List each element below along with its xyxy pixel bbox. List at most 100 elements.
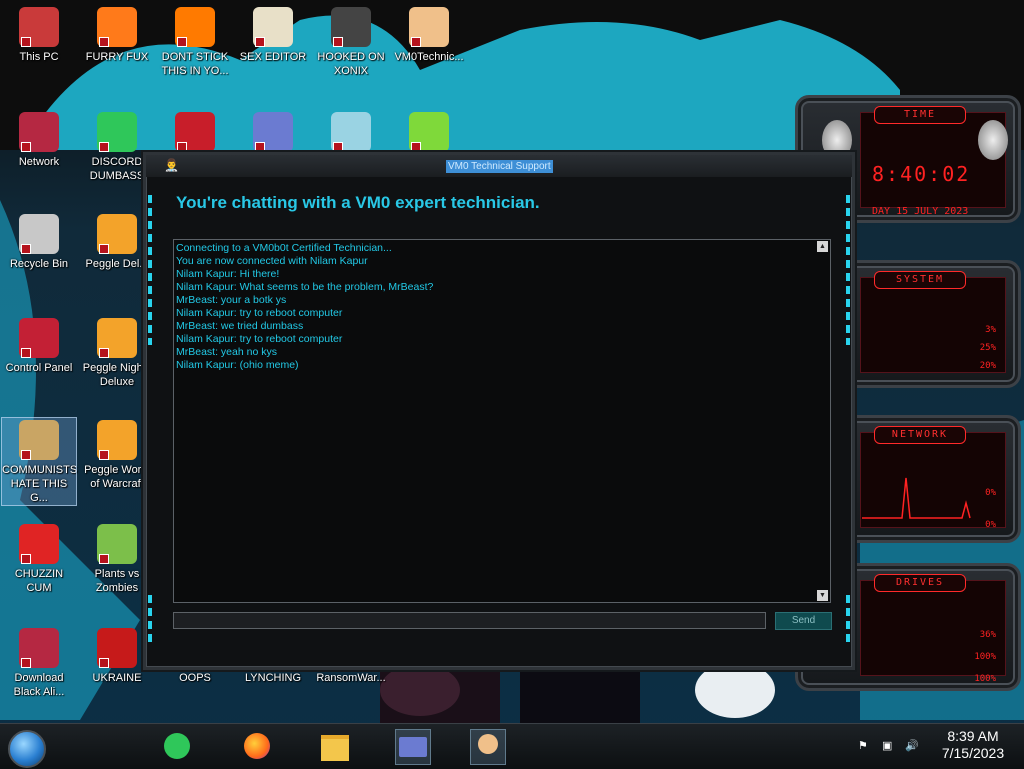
cyan-strip-right [846, 195, 850, 345]
firefox-icon[interactable] [240, 729, 274, 763]
technician-icon: 👨‍⚕️ [164, 158, 179, 172]
desktop-icon[interactable]: Recycle Bin [2, 212, 76, 271]
shortcut-arrow-icon [333, 142, 343, 152]
shortcut-arrow-icon [99, 37, 109, 47]
technician-icon[interactable] [470, 729, 506, 765]
peggle-icon [97, 420, 137, 460]
taskbar: ⚑ ▣ 🔊 8:39 AM 7/15/2023 [0, 723, 1024, 769]
clock-date: 7/15/2023 [941, 745, 1005, 761]
start-button[interactable] [8, 730, 46, 768]
desktop-icon[interactable]: Download Black Ali... [2, 626, 76, 699]
firefox-icon [97, 7, 137, 47]
shortcut-arrow-icon [99, 244, 109, 254]
system-value-1: 3% [985, 325, 996, 335]
shortcut-arrow-icon [99, 554, 109, 564]
desktop-icon[interactable]: DONT STICK THIS IN YO... [158, 5, 232, 78]
desktop-icon-label: COMMUNISTS HATE THIS G... [2, 464, 78, 504]
desktop-icon-label: DONT STICK THIS IN YO... [161, 51, 229, 77]
shortcut-arrow-icon [255, 37, 265, 47]
chat-message: Nilam Kapur: try to reboot computer [176, 307, 343, 319]
taskbar-clock[interactable]: 8:39 AM 7/15/2023 [930, 728, 1016, 762]
flower-icon [97, 524, 137, 564]
file-explorer-icon[interactable] [318, 729, 352, 763]
technician-icon [409, 7, 449, 47]
shortcut-arrow-icon [177, 142, 187, 152]
chuzzle-icon [19, 524, 59, 564]
network-value-2: 0% [985, 520, 996, 530]
tech-support-chat-window: 👨‍⚕️ VM0 Technical Support You're chatti… [143, 152, 855, 670]
drive-value-2: 100% [974, 652, 996, 662]
cyan-strip-left [148, 195, 152, 345]
widget-clock: 8:40:02 [872, 162, 971, 186]
santa-icon [331, 112, 371, 152]
chat-message: Nilam Kapur: Hi there! [176, 268, 280, 280]
chat-log-box[interactable]: Connecting to a VM0b0t Certified Technic… [173, 239, 831, 603]
shortcut-arrow-icon [411, 142, 421, 152]
desktop-icon[interactable]: VM0Technic... [392, 5, 466, 64]
chat-message: Nilam Kapur: try to reboot computer [176, 333, 343, 345]
window-titlebar[interactable]: 👨‍⚕️ VM0 Technical Support [146, 155, 852, 177]
system-screen [860, 277, 1006, 373]
volume-icon[interactable]: 🔊 [905, 739, 919, 753]
shortcut-arrow-icon [21, 658, 31, 668]
desktop-icon[interactable]: COMMUNISTS HATE THIS G... [1, 417, 78, 506]
chat-scrollbar[interactable]: ▲ ▼ [817, 241, 829, 601]
radiation-icon [97, 628, 137, 668]
send-button[interactable]: Send [775, 612, 832, 630]
desktop-icon-label: SEX EDITOR [239, 51, 307, 63]
shortcut-arrow-icon [21, 348, 31, 358]
chat-message: You are now connected with Nilam Kapur [176, 255, 368, 267]
time-widget-title: TIME [874, 106, 966, 124]
drives-widget-title: DRIVES [874, 574, 966, 592]
shortcut-arrow-icon [99, 450, 109, 460]
shortcut-arrow-icon [21, 37, 31, 47]
desktop-icon[interactable]: HOOKED ON XONIX [314, 5, 388, 78]
chat-messages: Connecting to a VM0b0t Certified Technic… [176, 242, 814, 372]
drive-value-3: 100% [974, 674, 996, 684]
window-title: VM0 Technical Support [446, 160, 553, 173]
chat-message: Nilam Kapur: What seems to be the proble… [176, 281, 434, 293]
desktop-icon[interactable]: Network [2, 110, 76, 169]
desktop-icon-label: VM0Technic... [394, 51, 464, 63]
network-tray-icon[interactable]: ▣ [882, 739, 896, 753]
chat-message: MrBeast: yeah no kys [176, 346, 277, 358]
system-value-2: 25% [979, 343, 996, 353]
drive-value-1: 36% [979, 630, 996, 640]
desktop-icon[interactable]: SEX EDITOR [236, 5, 310, 64]
shortcut-arrow-icon [177, 37, 187, 47]
flag-icon[interactable]: ⚑ [858, 739, 872, 753]
desktop-icon-label: Recycle Bin [9, 258, 69, 270]
desktop-icon[interactable]: Control Panel [2, 316, 76, 375]
recycle-bin-icon [19, 214, 59, 254]
chat-message: MrBeast: we tried dumbass [176, 320, 304, 332]
peggle-icon [97, 214, 137, 254]
money-bag-icon [19, 420, 59, 460]
widget-date: DAY 15 JULY 2023 [872, 206, 969, 217]
xonix-icon [331, 7, 371, 47]
chat-app-icon[interactable] [160, 729, 194, 763]
desktop-icon[interactable] [158, 110, 232, 155]
chat-message: Connecting to a VM0b0t Certified Technic… [176, 242, 392, 254]
card-app-icon[interactable] [395, 729, 431, 765]
desktop-icon[interactable]: CHUZZIN CUM [2, 522, 76, 595]
desktop-icon-label: CHUZZIN CUM [14, 568, 64, 594]
desktop-icon-label: Download Black Ali... [13, 672, 65, 698]
desktop-icon[interactable]: This PC [2, 5, 76, 64]
desktop-icon[interactable] [314, 110, 388, 155]
desktop-icon-label: This PC [19, 51, 59, 63]
scroll-down-button[interactable]: ▼ [817, 590, 828, 601]
desktop-icon[interactable] [236, 110, 310, 155]
desktop-icon[interactable] [392, 110, 466, 155]
shortcut-arrow-icon [411, 37, 421, 47]
message-input[interactable] [173, 612, 766, 629]
alien-head-icon [978, 120, 1008, 160]
scroll-up-button[interactable]: ▲ [817, 241, 828, 252]
chat-message: Nilam Kapur: (ohio meme) [176, 359, 299, 371]
chat-headline: You're chatting with a VM0 expert techni… [176, 193, 540, 212]
desktop-icon[interactable]: FURRY FUX [80, 5, 154, 64]
clock-time: 8:39 AM [947, 728, 999, 744]
lime-icon [409, 112, 449, 152]
desktop-icon-label: RansomWar... [316, 672, 386, 684]
shortcut-arrow-icon [99, 348, 109, 358]
network-graph [862, 477, 971, 519]
